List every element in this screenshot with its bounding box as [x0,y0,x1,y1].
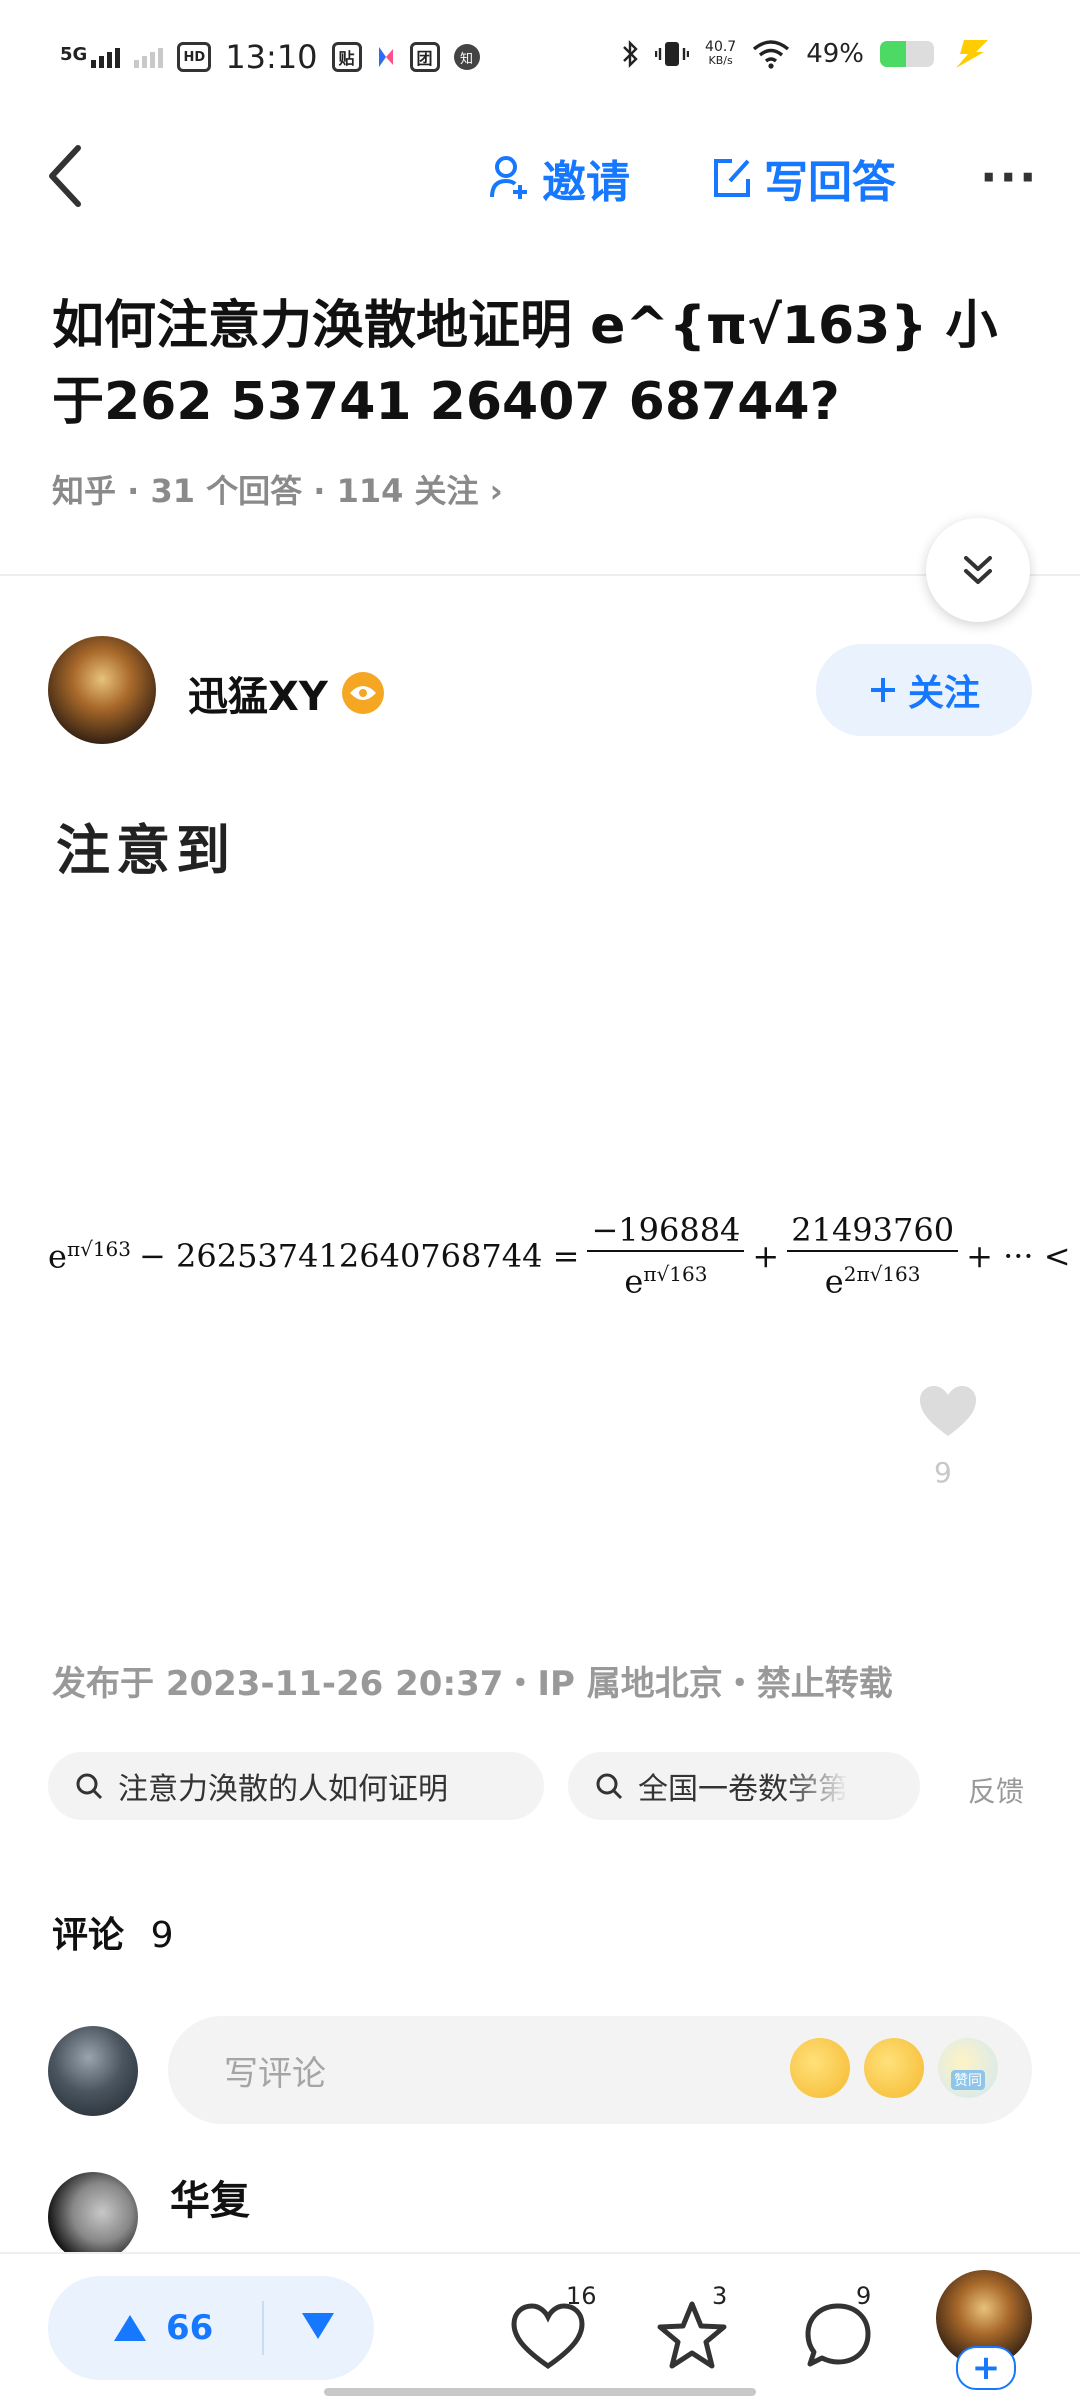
network-type: 5G [60,44,88,65]
triangle-up-icon [114,2315,146,2341]
downvote-button[interactable] [264,2311,336,2345]
comments-label: 评论 [52,1915,125,1956]
plus-icon [870,678,895,702]
divider [0,574,1080,576]
charging-icon [956,40,988,68]
meituan-app-icon: 团 [409,42,440,72]
status-bar: 5G HD 13:10 贴 团 知 40.7 KB/s 49% [0,0,1080,120]
add-user-icon [490,156,527,199]
more-options-button[interactable]: ··· [980,150,1038,204]
follow-count: 114 关注 [336,472,479,510]
write-answer-label: 写回答 [764,157,896,208]
home-indicator[interactable] [324,2388,756,2396]
like-count: 16 [566,2282,597,2310]
author-name: 迅猛XY [188,674,328,720]
emoji-shortcuts: 赞同 [790,2038,998,2098]
comment-count: 9 [856,2282,872,2310]
comment-input[interactable]: 写评论 赞同 [168,2016,1032,2124]
answer-count: 31 个回答 [150,472,303,510]
net-speed-unit: KB/s [708,54,733,67]
floating-like-count: 9 [934,1456,952,1489]
zhihu-app-icon: 知 [453,44,480,70]
net-speed: 40.7 KB/s [705,40,736,68]
commenter-name[interactable]: 华复 [170,2168,250,2226]
status-right: 40.7 KB/s 49% [621,38,990,70]
formula-row: eπ√163 − 262537412640768744 = −196884 eπ… [48,1196,1080,1316]
fraction-1-numerator: −196884 [587,1210,745,1253]
formula-fraction-1: −196884 eπ√163 [587,1210,745,1302]
signal-bars-icon [91,46,121,68]
signal-bars-secondary-icon [134,46,164,68]
hd-icon: HD [177,42,212,72]
battery-icon [880,41,934,67]
eye-badge-icon [341,672,384,714]
formula-minus-term: − 262537412640768744 = [139,1237,580,1275]
feedback-link[interactable]: 反馈 [968,1770,1024,1810]
formula-lhs: eπ√163 [48,1236,131,1276]
kiss-emoji-icon[interactable] [864,2038,924,2098]
agree-emoji-label: 赞同 [951,2070,985,2090]
battery-percent: 49% [806,39,864,69]
vibrate-icon [655,42,690,66]
follow-author-plus-button[interactable]: + [956,2346,1016,2390]
fraction-2-numerator: 21493760 [787,1210,959,1253]
search-icon [76,1773,103,1800]
comments-count: 9 [150,1915,174,1956]
net-speed-value: 40.7 [705,39,737,55]
vote-count: 66 [166,2308,214,2348]
edit-icon [714,159,750,197]
floating-like-button[interactable] [918,1384,978,1440]
comments-title: 评论 9 [52,1906,173,1958]
agree-emoji-icon[interactable]: 赞同 [938,2038,998,2098]
meta-dot: · [313,472,337,510]
related-search-chip[interactable]: 全国一卷数学第 [568,1752,920,1820]
clock: 13:10 [225,38,318,76]
chevron-right-icon: › [489,472,503,510]
collapse-button[interactable] [926,518,1030,622]
comment-placeholder: 写评论 [224,2053,326,2094]
fraction-1-denominator: eπ√163 [624,1262,708,1301]
invite-label: 邀请 [542,157,630,208]
formula-fraction-2: 21493760 e2π√163 [787,1210,959,1302]
formula-lhs-exponent: π√163 [66,1236,131,1261]
question-meta[interactable]: 知乎 · 31 个回答 · 114 关注 › [52,466,503,512]
follow-button[interactable]: 关注 [816,644,1032,736]
follow-label: 关注 [907,673,980,714]
source-label: 知乎 [52,472,117,510]
related-search-text: 注意力涣散的人如何证明 [118,1772,448,1807]
vote-control: 66 [48,2276,374,2380]
author-info[interactable]: 迅猛XY [188,664,384,722]
write-answer-button[interactable]: 写回答 [712,146,896,210]
double-chevron-down-icon [964,556,992,584]
tieba-app-icon: 贴 [331,42,362,72]
related-search-text: 全国一卷数学第 [638,1772,848,1807]
current-user-avatar[interactable] [48,2026,138,2116]
wifi-icon [753,40,790,69]
status-left: 5G HD 13:10 贴 团 知 [60,38,480,76]
kuaishou-app-icon [378,47,393,67]
signal-indicator: 5G [60,44,121,68]
heart-icon [920,1386,976,1436]
back-button[interactable] [40,140,100,210]
pleading-emoji-icon[interactable] [790,2038,850,2098]
search-icon [596,1773,623,1800]
math-formula: eπ√163 − 262537412640768744 = −196884 eπ… [48,1196,1080,1316]
formula-tail: + ··· < 0 [966,1237,1080,1275]
fraction-2-denominator: e2π√163 [824,1262,921,1301]
author-avatar[interactable] [48,636,156,744]
related-search-chip[interactable]: 注意力涣散的人如何证明 [48,1752,544,1820]
favorite-count: 3 [712,2282,728,2310]
meta-dot: · [127,472,151,510]
chevron-left-icon [49,145,81,207]
publish-info: 发布于 2023-11-26 20:37・IP 属地北京・禁止转载 [52,1664,893,1704]
upvote-button[interactable]: 66 [48,2308,262,2348]
formula-plus: + [752,1237,780,1275]
commenter-avatar[interactable] [48,2172,138,2262]
bluetooth-icon [623,40,638,68]
answer-lead-text: 注意到 [56,819,236,882]
triangle-down-icon [302,2313,334,2339]
more-icon: ··· [980,150,1039,204]
invite-button[interactable]: 邀请 [490,146,630,210]
question-title[interactable]: 如何注意力涣散地证明 e^{π√163} 小于262 53741 26407 6… [52,288,1032,440]
